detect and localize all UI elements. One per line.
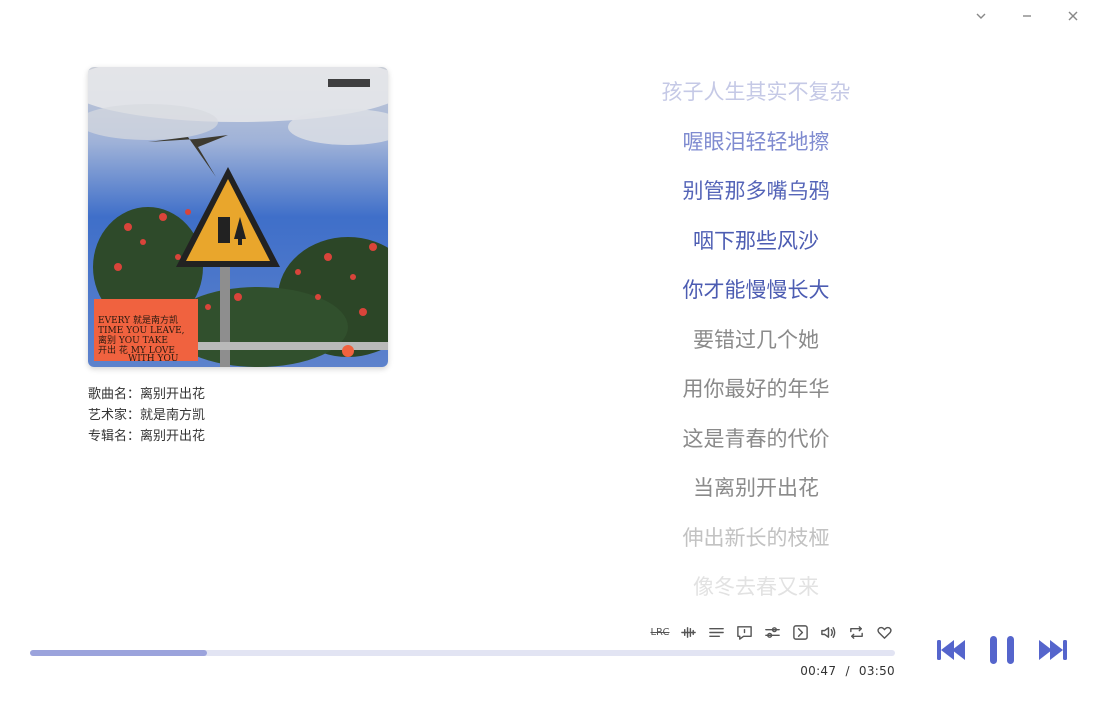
equalizer-icon — [764, 626, 780, 638]
waveform-icon — [680, 626, 696, 638]
artist-label: 艺术家： — [88, 408, 141, 423]
lyric-line[interactable]: 你才能慢慢长大 — [596, 270, 916, 320]
album-name: 离别开出花 — [140, 429, 206, 444]
song-title-row: 歌曲名：离别开出花 — [88, 384, 205, 405]
pause-icon — [990, 636, 1014, 664]
window-controls — [968, 6, 1086, 26]
next-icon — [1039, 640, 1067, 660]
chevron-down-icon — [976, 13, 986, 19]
waveform-button[interactable] — [678, 622, 698, 642]
volume-icon — [820, 626, 835, 638]
favorite-icon — [876, 626, 892, 639]
lyric-line[interactable]: 别管那多嘴乌鸦 — [596, 171, 916, 221]
previous-icon — [937, 640, 965, 660]
minimize-icon — [1023, 15, 1031, 17]
time-display: 00:47 / 03:50 — [800, 664, 895, 678]
album-label: 专辑名： — [88, 429, 141, 444]
next-button[interactable] — [1035, 638, 1069, 662]
progress-bar[interactable] — [30, 650, 895, 656]
lyric-line[interactable]: 喔眼泪轻轻地擦 — [596, 122, 916, 172]
pause-button[interactable] — [987, 634, 1017, 666]
lyric-line[interactable]: 像冬去春又来 — [596, 567, 916, 602]
lrc-icon: LRC — [650, 626, 670, 638]
next-frame-button[interactable] — [790, 622, 810, 642]
album-row: 专辑名：离别开出花 — [88, 426, 205, 447]
song-title-label: 歌曲名： — [88, 387, 141, 402]
favorite-button[interactable] — [874, 622, 894, 642]
close-icon — [1068, 11, 1078, 21]
previous-button[interactable] — [935, 638, 969, 662]
lrc-button[interactable]: LRC — [650, 622, 670, 642]
album-cover: EVERY 就是南方凯 TIME YOU LEAVE, 离别 YOU TAKE … — [88, 67, 388, 367]
next-frame-icon — [792, 624, 808, 640]
playlist-button[interactable] — [706, 622, 726, 642]
lyric-line[interactable]: 当离别开出花 — [596, 468, 916, 518]
lyric-line[interactable]: 咽下那些风沙 — [596, 221, 916, 271]
lyrics-panel[interactable]: 孩子人生其实不复杂 喔眼泪轻轻地擦 别管那多嘴乌鸦 咽下那些风沙 你才能慢慢长大 要错过几… — [596, 72, 916, 602]
total-time: 03:50 — [858, 664, 895, 678]
minimize-button[interactable] — [1014, 6, 1040, 26]
song-title: 离别开出花 — [140, 387, 206, 402]
player-toolbar: LRC — [650, 622, 894, 642]
comment-icon — [736, 625, 752, 640]
playlist-icon — [708, 627, 724, 637]
artist-name: 就是南方凯 — [140, 408, 206, 423]
repeat-button[interactable] — [846, 622, 866, 642]
repeat-icon — [849, 625, 863, 639]
comment-button[interactable] — [734, 622, 754, 642]
cover-text-line: WITH YOU — [128, 354, 179, 364]
lyric-line[interactable]: 用你最好的年华 — [596, 369, 916, 419]
cover-text-line: TIME YOU LEAVE, — [98, 326, 185, 336]
time-separator: / — [845, 664, 850, 678]
close-button[interactable] — [1060, 6, 1086, 26]
lyric-line[interactable]: 这是青春的代价 — [596, 419, 916, 469]
album-art-image: EVERY 就是南方凯 TIME YOU LEAVE, 离别 YOU TAKE … — [88, 67, 388, 367]
cover-text-line: 离别 YOU TAKE — [98, 334, 168, 346]
lyric-line[interactable]: 孩子人生其实不复杂 — [596, 72, 916, 122]
collapse-button[interactable] — [968, 6, 994, 26]
current-time: 00:47 — [800, 664, 837, 678]
lyric-line[interactable]: 要错过几个她 — [596, 320, 916, 370]
cover-text-line: EVERY 就是南方凯 — [98, 314, 178, 326]
volume-button[interactable] — [818, 622, 838, 642]
equalizer-button[interactable] — [762, 622, 782, 642]
artist-row: 艺术家：就是南方凯 — [88, 405, 205, 426]
lyric-line[interactable]: 伸出新长的枝桠 — [596, 518, 916, 568]
playback-controls — [935, 634, 1069, 666]
song-info: 歌曲名：离别开出花 艺术家：就是南方凯 专辑名：离别开出花 — [88, 384, 205, 447]
progress-fill — [30, 650, 208, 656]
